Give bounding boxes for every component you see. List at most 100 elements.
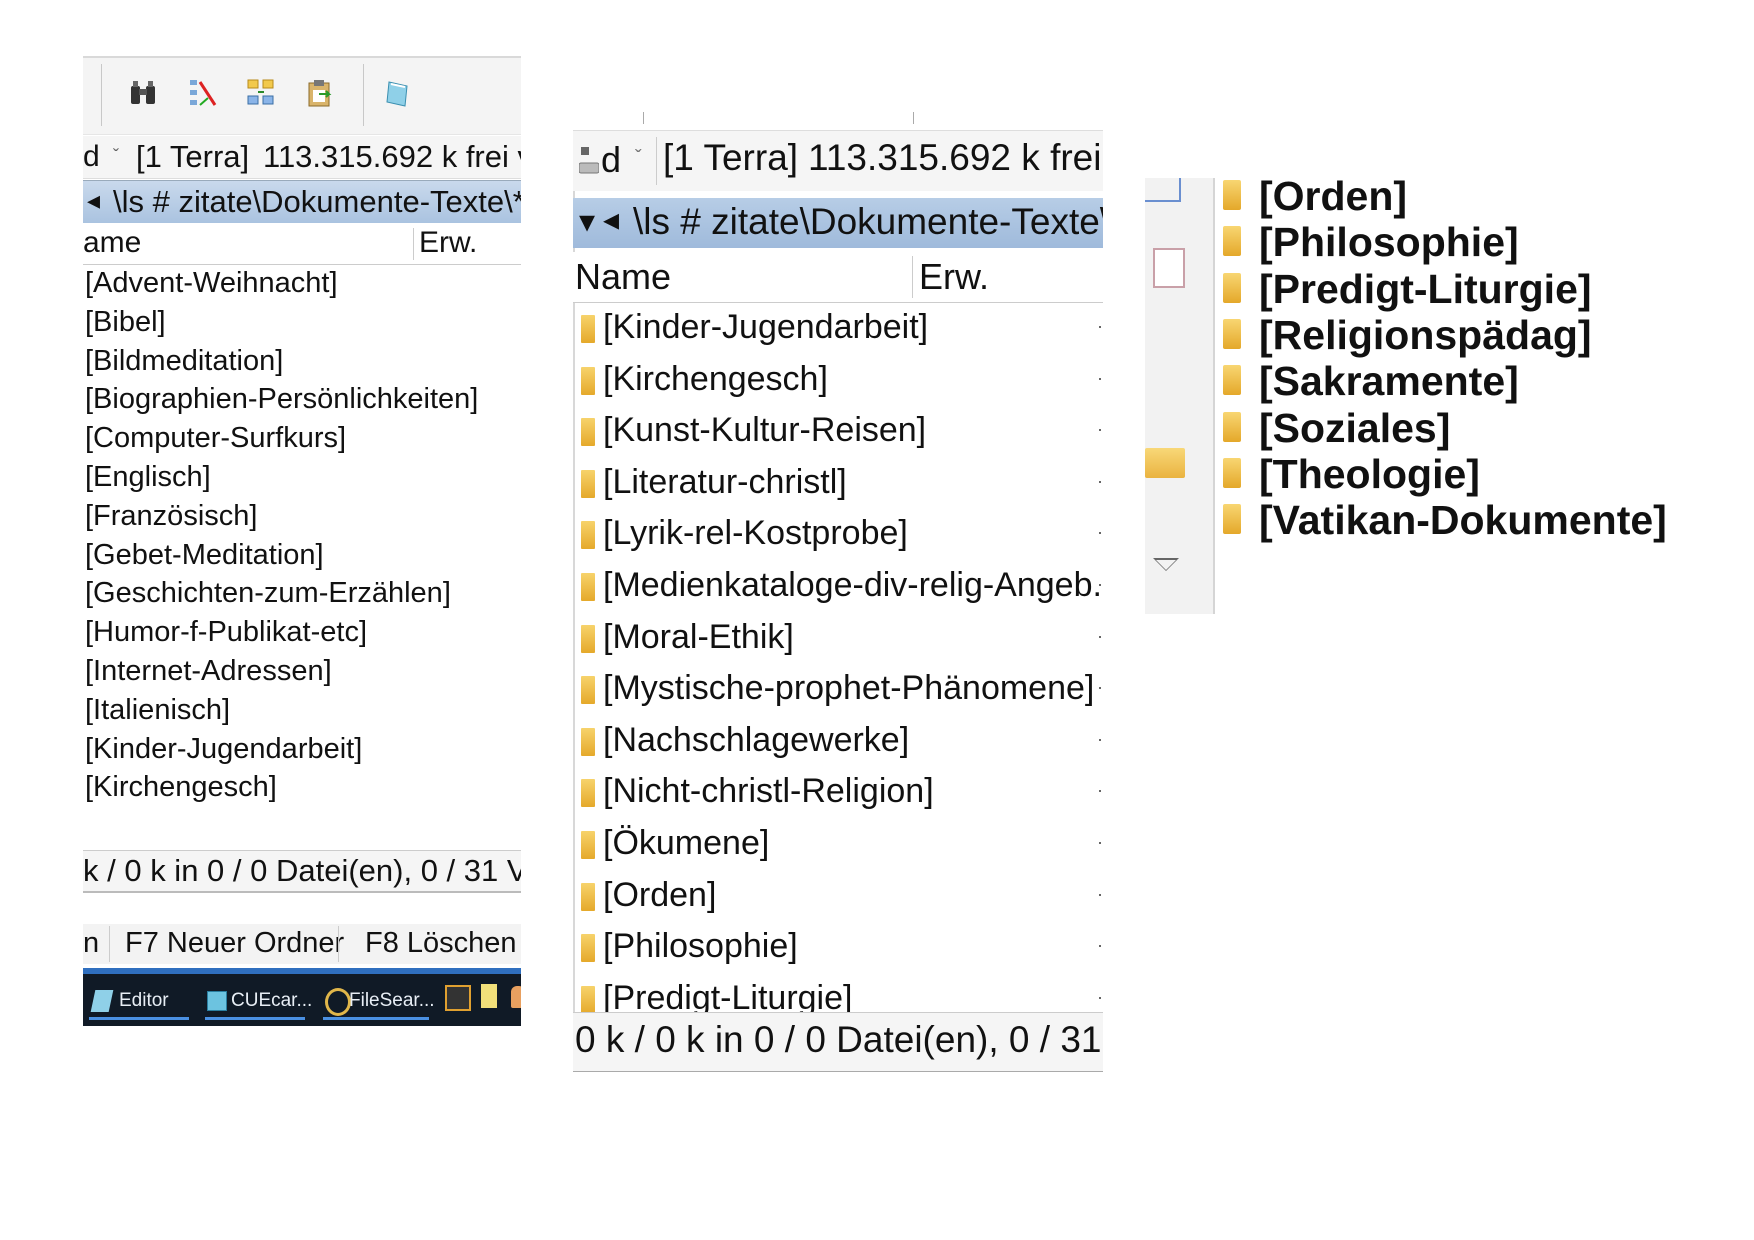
list-item[interactable]: [Bibel] xyxy=(83,303,521,342)
function-key-bar: n F7 Neuer Ordner F8 Löschen xyxy=(83,924,521,964)
path-bar[interactable]: ◂ \ls # zitate\Dokumente-Texte\*.* xyxy=(83,180,521,223)
folder-tree-panel: [Orden] [Philosophie] [Predigt-Liturgie] [R… xyxy=(1145,178,1705,618)
folder-icon xyxy=(1223,180,1241,210)
list-item[interactable]: [Mystische-prophet-Phänomene] xyxy=(573,663,1103,715)
folder-name: [Kinder-Jugendarbeit] xyxy=(603,308,929,346)
taskbar-label: FileSear... xyxy=(349,990,435,1011)
back-arrow-icon[interactable]: ◂ xyxy=(87,185,100,216)
back-arrow-icon[interactable]: ◂ xyxy=(603,200,619,238)
ext-cell xyxy=(1099,738,1101,741)
path-bar[interactable]: ▾ ◂ \ls # zitate\Dokumente-Texte\*.* xyxy=(573,198,1103,248)
toolbar xyxy=(83,56,521,135)
ext-cell xyxy=(1099,893,1101,896)
list-item[interactable]: [Orden] xyxy=(573,870,1103,922)
column-ext-header[interactable]: Erw. xyxy=(419,226,477,260)
compare-icon[interactable] xyxy=(246,78,276,108)
pdf-file-icon xyxy=(1153,248,1185,288)
folder-icon xyxy=(581,418,595,447)
column-divider[interactable] xyxy=(413,228,414,260)
folder-name: [Lyrik-rel-Kostprobe] xyxy=(603,514,908,553)
list-item[interactable]: [Kunst-Kultur-Reisen] xyxy=(573,405,1103,457)
ext-cell xyxy=(1099,945,1101,948)
folder-icon xyxy=(581,572,595,601)
list-item[interactable]: [Lyrik-rel-Kostprobe] xyxy=(573,508,1103,560)
list-item[interactable]: [Medienkataloge-div-relig-Angeb..] xyxy=(573,560,1103,612)
list-item[interactable]: [Französisch] xyxy=(83,497,521,536)
binoculars-icon[interactable] xyxy=(128,78,158,108)
ext-cell xyxy=(1099,532,1101,535)
list-item[interactable]: [Moral-Ethik] xyxy=(573,612,1103,664)
folder-icon xyxy=(581,882,595,911)
ext-cell xyxy=(1099,635,1101,638)
chevron-down-icon[interactable]: ˇ xyxy=(113,146,119,167)
folder-name: [Ökumene] xyxy=(603,823,770,862)
taskbar-label: CUEcar... xyxy=(231,990,313,1011)
taskbar-item-cuecard[interactable]: CUEcar... xyxy=(205,982,312,1020)
list-item[interactable]: [Internet-Adressen] xyxy=(83,652,521,691)
navigation-sidebar xyxy=(1145,178,1215,614)
toolbar-separator xyxy=(363,64,364,126)
app-icon[interactable] xyxy=(511,986,521,1008)
list-item[interactable]: [Philosophie] xyxy=(573,921,1103,973)
delete-button[interactable]: F8 Löschen xyxy=(365,927,517,960)
list-item[interactable]: [Biographien-Persönlichkeiten] xyxy=(83,380,521,419)
folder-icon xyxy=(581,830,595,859)
column-ext-header[interactable]: Erw. xyxy=(919,256,989,298)
list-item[interactable]: [Italienisch] xyxy=(83,691,521,730)
taskbar-item-editor[interactable]: Editor xyxy=(89,982,189,1020)
list-item[interactable]: [Kirchengesch] xyxy=(573,354,1103,406)
column-divider[interactable] xyxy=(912,256,913,298)
left-file-panel: d ˇ [1 Terra] 113.315.692 k frei vo ◂ \l… xyxy=(83,56,521,1026)
editor-icon xyxy=(90,990,114,1012)
list-item[interactable]: [Nicht-christl-Religion] xyxy=(573,766,1103,818)
tray-app-icon[interactable] xyxy=(445,985,471,1011)
list-item[interactable]: [Englisch] xyxy=(83,458,521,497)
folder-name: [Orden] xyxy=(603,875,717,914)
middle-file-panel: d ˇ [1 Terra] 113.315.692 k frei vor ▾ ◂… xyxy=(573,112,1103,1072)
folder-name: [Mystische-prophet-Phänomene] xyxy=(603,669,1095,708)
chevron-down-icon[interactable]: ˇ xyxy=(635,147,642,170)
column-name-header[interactable]: Name xyxy=(575,256,671,298)
list-item[interactable]: [Gebet-Meditation] xyxy=(83,536,521,575)
list-item[interactable]: [Humor-f-Publikat-etc] xyxy=(83,613,521,652)
taskbar-item-filesearch[interactable]: FileSear... xyxy=(323,982,435,1020)
drive-selector[interactable]: d xyxy=(83,140,100,174)
divider xyxy=(338,926,339,962)
ext-cell xyxy=(1099,790,1101,793)
list-item[interactable]: [Kinder-Jugendarbeit] xyxy=(83,730,521,769)
list-item[interactable]: [Kinder-Jugendarbeit] xyxy=(573,302,1103,354)
list-item[interactable]: [Literatur-christl] xyxy=(573,457,1103,509)
list-item[interactable]: [Kirchengesch] xyxy=(83,768,521,807)
drive-selector[interactable]: d xyxy=(601,139,621,181)
folder-icon xyxy=(581,315,595,343)
ext-cell xyxy=(1099,687,1101,690)
file-list: [Advent-Weihnacht] [Bibel] [Bildmeditation… xyxy=(83,264,521,850)
current-path: \ls # zitate\Dokumente-Texte\*.* xyxy=(633,201,1103,242)
current-path: \ls # zitate\Dokumente-Texte\*.* xyxy=(113,184,521,219)
fkey-button[interactable]: n xyxy=(83,927,99,960)
list-item[interactable]: [Geschichten-zum-Erzählen] xyxy=(83,574,521,613)
cuecard-icon xyxy=(207,991,227,1011)
folder-icon xyxy=(581,779,595,808)
folder-name: [Moral-Ethik] xyxy=(603,617,794,656)
file-icon xyxy=(1145,178,1181,202)
folder-name: [Philosophie] xyxy=(603,927,798,966)
list-item[interactable]: [Nachschlagewerke] xyxy=(573,715,1103,767)
folder-icon xyxy=(1223,272,1241,303)
notes-icon[interactable] xyxy=(481,984,497,1008)
sync-dirs-icon[interactable] xyxy=(188,78,218,108)
ext-cell xyxy=(1099,841,1101,844)
history-dropdown-icon[interactable]: ▾ xyxy=(579,202,595,240)
toolbar-separator xyxy=(101,64,102,126)
list-item[interactable]: [Computer-Surfkurs] xyxy=(83,419,521,458)
list-item[interactable]: [Advent-Weihnacht] xyxy=(83,264,521,303)
list-item[interactable]: [Ökumene] xyxy=(573,818,1103,870)
column-name-header[interactable]: ame xyxy=(83,226,141,260)
list-item[interactable]: [Bildmeditation] xyxy=(83,342,521,381)
folder-icon xyxy=(581,521,595,550)
folder-icon xyxy=(581,727,595,756)
new-folder-button[interactable]: F7 Neuer Ordner xyxy=(125,927,344,960)
clipboard-icon[interactable] xyxy=(305,78,335,108)
notepad-icon[interactable] xyxy=(383,78,413,108)
folder-name: [Philosophie] xyxy=(1259,219,1519,266)
